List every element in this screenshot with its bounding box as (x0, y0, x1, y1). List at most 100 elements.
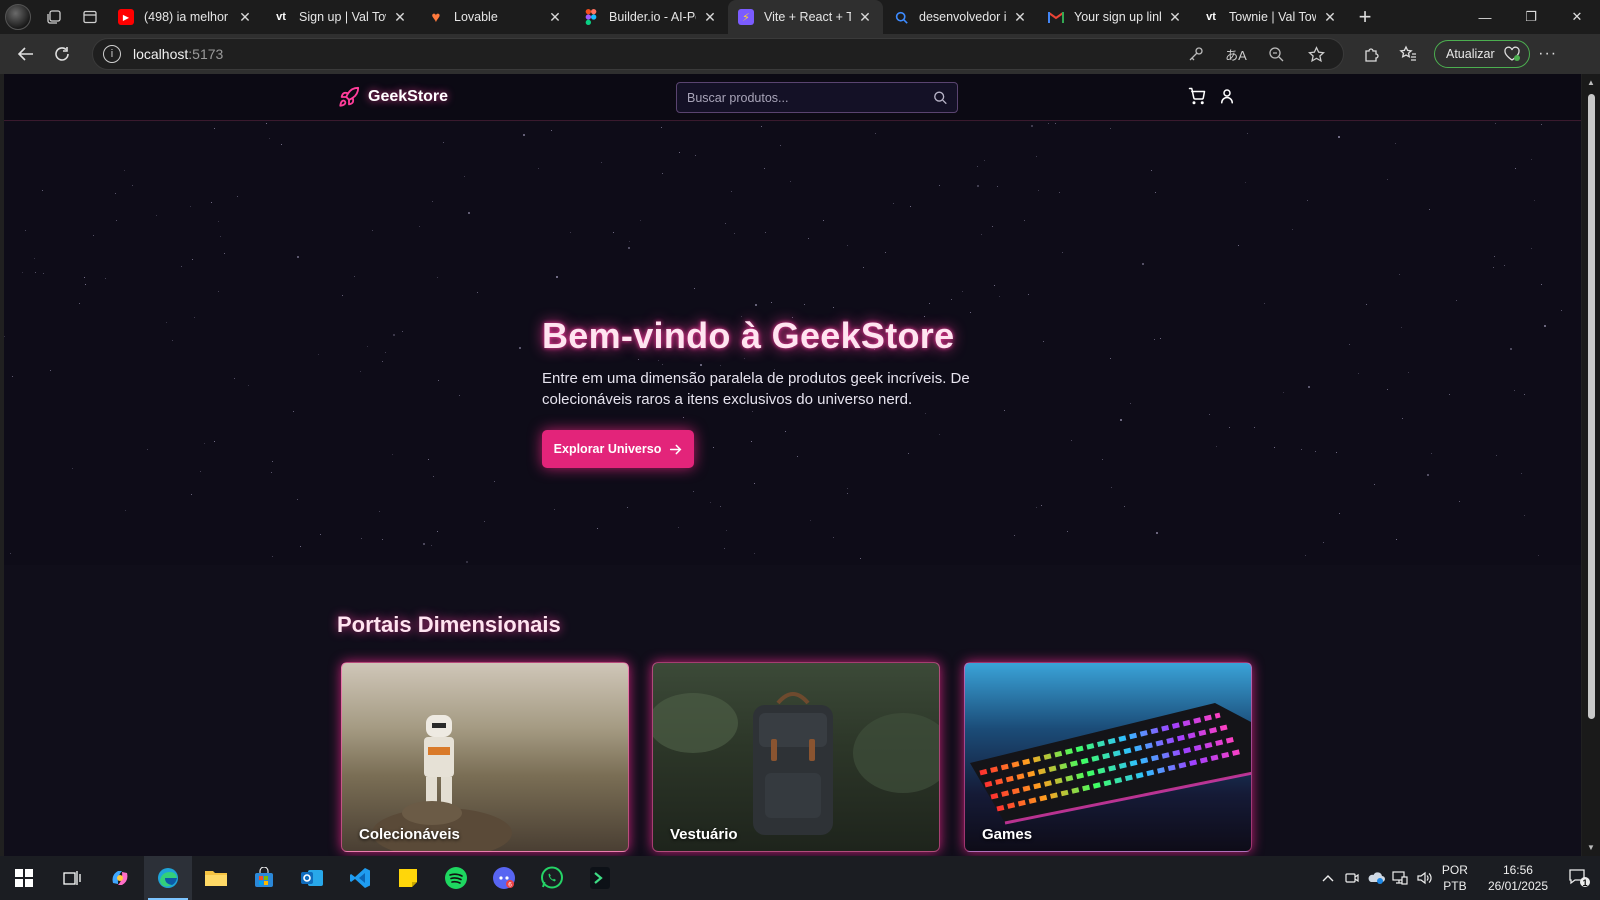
category-card-apparel[interactable]: Vestuário (652, 662, 940, 852)
category-card-games[interactable]: Games (964, 662, 1252, 852)
brand-name: GeekStore (368, 88, 449, 105)
tab-youtube[interactable]: ▶ (498) ia melhor qu ✕ (108, 0, 263, 34)
tab-search[interactable]: desenvolvedor ia ✕ (883, 0, 1038, 34)
star (1014, 535, 1016, 537)
star (191, 493, 193, 495)
edge-app[interactable] (144, 856, 192, 900)
vite-icon: ⚡ (738, 9, 754, 25)
tab-townie[interactable]: vt Townie | Val Town ✕ (1193, 0, 1348, 34)
star (796, 455, 798, 457)
explore-universe-button[interactable]: Explorar Universo (542, 430, 694, 468)
close-icon[interactable]: ✕ (1167, 9, 1183, 25)
workspaces-button[interactable] (36, 0, 72, 34)
task-view-button[interactable] (48, 856, 96, 900)
zoom-out-icon[interactable] (1259, 40, 1293, 68)
tab-actions-button[interactable] (72, 0, 108, 34)
star (146, 448, 148, 450)
language-indicator[interactable]: POR PTB (1442, 862, 1468, 894)
search-input[interactable] (687, 90, 933, 105)
close-icon[interactable]: ✕ (857, 9, 873, 25)
spotify-app[interactable] (432, 856, 480, 900)
close-icon[interactable]: ✕ (1322, 9, 1338, 25)
scrollbar-thumb[interactable] (1588, 94, 1595, 719)
user-icon[interactable] (1218, 87, 1236, 105)
start-button[interactable] (0, 856, 48, 900)
microsoft-store-app[interactable] (240, 856, 288, 900)
address-bar[interactable]: i localhost:5173 あA (92, 38, 1344, 70)
star (378, 511, 380, 512)
more-menu-button[interactable]: ··· (1530, 38, 1566, 70)
store-icon (255, 867, 273, 887)
star (1142, 262, 1145, 265)
new-tab-button[interactable]: + (1348, 0, 1382, 34)
star (661, 172, 663, 174)
restore-button[interactable]: ❐ (1508, 0, 1554, 34)
hero-subtitle: Entre em uma dimensão paralela de produt… (542, 370, 970, 408)
star (1071, 439, 1073, 441)
tab-vite[interactable]: ⚡ Vite + React + TS ✕ (728, 0, 883, 34)
discord-app[interactable]: 6 (480, 856, 528, 900)
chevron-up-icon[interactable] (1316, 856, 1340, 900)
tab-lovable[interactable]: ♥ Lovable ✕ (418, 0, 573, 34)
star (299, 545, 301, 547)
close-icon[interactable]: ✕ (237, 9, 253, 25)
notifications-button[interactable]: 1 (1560, 856, 1600, 900)
update-button[interactable]: Atualizar (1434, 40, 1530, 68)
star (789, 180, 791, 182)
portals-section: Portais Dimensionais Colecionáveis Vestu… (4, 565, 1581, 856)
close-window-button[interactable]: ✕ (1554, 0, 1600, 34)
back-button[interactable] (8, 38, 44, 70)
copilot-app[interactable] (96, 856, 144, 900)
volume-icon[interactable] (1412, 856, 1436, 900)
key-icon[interactable] (1179, 40, 1213, 68)
star (1228, 426, 1230, 428)
rocket-icon (339, 86, 360, 107)
category-card-collectibles[interactable]: Colecionáveis (341, 662, 629, 852)
puzzle-icon (1365, 48, 1379, 62)
outlook-app[interactable] (288, 856, 336, 900)
minimize-icon: — (1478, 9, 1492, 25)
profile-button[interactable] (0, 0, 36, 34)
vscode-app[interactable] (336, 856, 384, 900)
star (237, 195, 239, 197)
close-icon[interactable]: ✕ (1012, 9, 1028, 25)
site-info-icon[interactable]: i (103, 45, 121, 63)
scroll-up-icon[interactable]: ▲ (1586, 78, 1596, 87)
star (84, 276, 86, 278)
star (468, 212, 471, 215)
star (296, 255, 299, 258)
tab-builder[interactable]: Builder.io - AI-Pow ✕ (573, 0, 728, 34)
favorite-star-icon[interactable] (1299, 40, 1333, 68)
star (710, 502, 712, 504)
star (733, 232, 735, 234)
search-icon[interactable] (933, 90, 947, 105)
star (211, 201, 213, 203)
file-explorer-app[interactable] (192, 856, 240, 900)
star (1036, 506, 1038, 508)
sticky-notes-app[interactable] (384, 856, 432, 900)
meet-now-icon[interactable] (1340, 856, 1364, 900)
star (1315, 450, 1317, 452)
onedrive-icon[interactable] (1364, 856, 1388, 900)
page-scrollbar[interactable]: ▲ ▼ (1582, 74, 1600, 856)
extensions-button[interactable] (1354, 38, 1390, 70)
clock[interactable]: 16:56 26/01/2025 (1488, 862, 1548, 894)
restore-icon: ❐ (1525, 9, 1537, 24)
close-icon[interactable]: ✕ (392, 9, 408, 25)
favorites-button[interactable] (1390, 38, 1426, 70)
star (1209, 413, 1211, 415)
terminal-app[interactable] (576, 856, 624, 900)
brand-logo[interactable]: GeekStore (338, 86, 448, 108)
star (1339, 513, 1341, 515)
scroll-down-icon[interactable]: ▼ (1586, 843, 1596, 852)
cart-icon[interactable] (1188, 87, 1206, 105)
tab-gmail[interactable]: Your sign up link ✕ (1038, 0, 1193, 34)
network-icon[interactable] (1388, 856, 1412, 900)
close-icon[interactable]: ✕ (547, 9, 563, 25)
refresh-button[interactable] (44, 38, 80, 70)
minimize-button[interactable]: — (1462, 0, 1508, 34)
tab-valtown-signup[interactable]: vt Sign up | Val Town ✕ (263, 0, 418, 34)
translate-icon[interactable]: あA (1219, 40, 1253, 68)
close-icon[interactable]: ✕ (702, 9, 718, 25)
whatsapp-app[interactable] (528, 856, 576, 900)
